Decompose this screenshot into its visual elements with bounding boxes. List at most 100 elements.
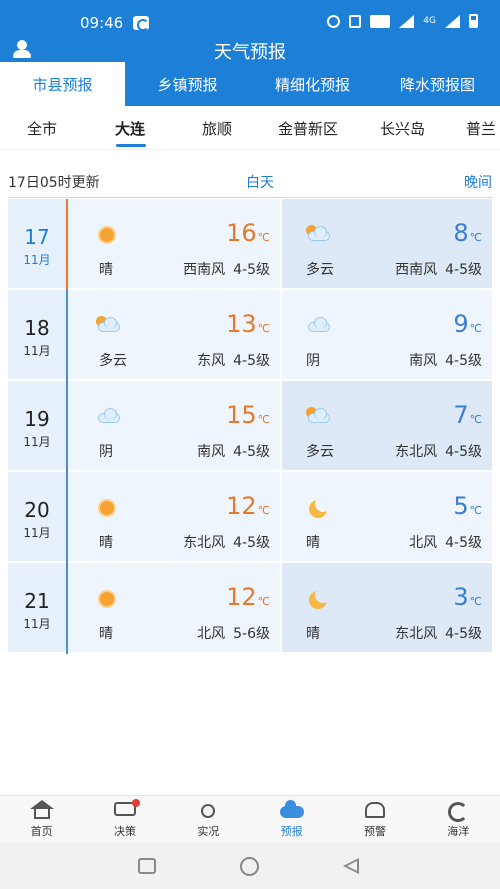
nav-label: 预报 bbox=[280, 825, 303, 838]
day-column-label: 白天 bbox=[246, 175, 274, 191]
day-wind: 东风 4-5级 bbox=[197, 353, 270, 369]
night-temp: 5℃ bbox=[453, 492, 482, 520]
system-nav-bar bbox=[0, 842, 500, 889]
night-temp: 8℃ bbox=[453, 219, 482, 247]
tab-fine-forecast[interactable]: 精细化预报 bbox=[250, 62, 375, 106]
day-weather-cell: 16℃ 晴 西南风 4-5级 bbox=[68, 199, 280, 288]
nav-ocean[interactable]: 海洋 bbox=[417, 796, 500, 842]
app-header: 天气预报 bbox=[0, 40, 500, 63]
tab-city-forecast[interactable]: 市县预报 bbox=[0, 62, 125, 106]
battery-icon bbox=[469, 14, 478, 28]
night-wind: 北风 4-5级 bbox=[409, 535, 482, 551]
forecast-row[interactable]: 21 11月 12℃ 晴 北风 5-6级 3℃ 晴 东北风 4-5级 bbox=[8, 563, 492, 654]
day-temp: 16℃ bbox=[226, 219, 270, 247]
sun-icon bbox=[201, 804, 216, 818]
city-tab-jinpu[interactable]: 金普新区 bbox=[278, 118, 338, 139]
warning-icon bbox=[364, 802, 385, 818]
nfc-icon bbox=[349, 14, 362, 28]
forecast-row[interactable]: 18 11月 13℃ 多云 东风 4-5级 9℃ 阴 南风 4-5级 bbox=[8, 290, 492, 381]
cloudy-icon bbox=[96, 407, 120, 427]
signal-icon bbox=[445, 14, 460, 28]
forecast-month: 11月 bbox=[23, 344, 51, 358]
sunny-icon bbox=[96, 498, 120, 518]
forecast-day: 21 bbox=[24, 589, 50, 613]
city-tab-dalian[interactable]: 大连 bbox=[115, 118, 145, 139]
forecast-month: 11月 bbox=[23, 526, 51, 540]
city-tab-changxingdao[interactable]: 长兴岛 bbox=[380, 118, 425, 139]
night-wind: 南风 4-5级 bbox=[409, 353, 482, 369]
nav-warning[interactable]: 预警 bbox=[333, 796, 416, 842]
day-weather-cell: 12℃ 晴 东北风 4-5级 bbox=[68, 472, 280, 561]
day-weather-cell: 15℃ 阴 南风 4-5级 bbox=[68, 381, 280, 470]
night-weather-cell: 7℃ 多云 东北风 4-5级 bbox=[282, 381, 492, 470]
main-tabs: 市县预报 乡镇预报 精细化预报 降水预报图 bbox=[0, 62, 500, 106]
day-wind: 东北风 4-5级 bbox=[183, 535, 270, 551]
tab-precip-map[interactable]: 降水预报图 bbox=[375, 62, 500, 106]
nav-label: 决策 bbox=[113, 825, 136, 838]
date-cell: 17 11月 bbox=[8, 199, 66, 288]
day-condition: 阴 bbox=[99, 444, 113, 460]
nav-label: 海洋 bbox=[447, 825, 470, 838]
back-button[interactable] bbox=[343, 858, 359, 874]
recents-button[interactable] bbox=[138, 858, 156, 874]
nav-label: 首页 bbox=[30, 825, 53, 838]
day-temp: 13℃ bbox=[226, 310, 270, 338]
moon-icon bbox=[306, 498, 330, 518]
page-title: 天气预报 bbox=[214, 42, 286, 63]
update-time: 17日05时更新 bbox=[8, 175, 100, 191]
day-wind: 南风 4-5级 bbox=[197, 444, 270, 460]
night-condition: 多云 bbox=[306, 262, 334, 278]
update-row: 17日05时更新 白天 晚间 bbox=[0, 160, 500, 198]
nav-forecast[interactable]: 预报 bbox=[250, 796, 333, 842]
city-tab-all[interactable]: 全市 bbox=[27, 118, 57, 139]
date-cell: 18 11月 bbox=[8, 290, 66, 379]
day-condition: 晴 bbox=[99, 262, 113, 278]
chat-icon bbox=[113, 799, 140, 816]
night-weather-cell: 9℃ 阴 南风 4-5级 bbox=[282, 290, 492, 379]
active-tab-indicator bbox=[116, 144, 146, 147]
nav-label: 实况 bbox=[197, 825, 220, 838]
moon-icon bbox=[306, 589, 330, 609]
forecast-row[interactable]: 19 11月 15℃ 阴 南风 4-5级 7℃ 多云 东北风 4-5级 bbox=[8, 381, 492, 472]
forecast-day: 19 bbox=[24, 407, 50, 431]
nav-home[interactable]: 首页 bbox=[0, 796, 83, 842]
night-weather-cell: 5℃ 晴 北风 4-5级 bbox=[282, 472, 492, 561]
network-type: 4G bbox=[423, 16, 436, 26]
forecast-month: 11月 bbox=[23, 435, 51, 449]
day-temp: 12℃ bbox=[226, 492, 270, 520]
notification-badge bbox=[131, 799, 140, 807]
night-wind: 东北风 4-5级 bbox=[395, 444, 482, 460]
status-bar: 09:46 4G bbox=[0, 0, 500, 40]
forecast-row[interactable]: 17 11月 16℃ 晴 西南风 4-5级 8℃ 多云 西南风 4-5级 bbox=[8, 199, 492, 290]
home-button[interactable] bbox=[240, 857, 259, 876]
tab-town-forecast[interactable]: 乡镇预报 bbox=[125, 62, 250, 106]
day-temp: 12℃ bbox=[226, 583, 270, 611]
city-tab-pulan[interactable]: 普兰 bbox=[466, 118, 496, 139]
night-condition: 多云 bbox=[306, 444, 334, 460]
city-tab-lvshun[interactable]: 旅顺 bbox=[202, 118, 232, 139]
wifi-icon bbox=[399, 14, 415, 28]
date-cell: 20 11月 bbox=[8, 472, 66, 561]
bottom-nav: 首页 决策 实况 预报 预警 海洋 bbox=[0, 795, 500, 842]
day-wind: 北风 5-6级 bbox=[197, 626, 270, 642]
volte-icon bbox=[370, 14, 391, 28]
day-temp: 15℃ bbox=[226, 401, 270, 429]
forecast-row[interactable]: 20 11月 12℃ 晴 东北风 4-5级 5℃ 晴 北风 4-5级 bbox=[8, 472, 492, 563]
forecast-day: 20 bbox=[24, 498, 50, 522]
day-weather-cell: 12℃ 晴 北风 5-6级 bbox=[68, 563, 280, 652]
day-condition: 晴 bbox=[99, 535, 113, 551]
sunny-icon bbox=[96, 589, 120, 609]
home-icon bbox=[29, 800, 54, 819]
night-weather-cell: 8℃ 多云 西南风 4-5级 bbox=[282, 199, 492, 288]
partly-cloudy-icon bbox=[96, 316, 120, 336]
night-condition: 阴 bbox=[306, 353, 320, 369]
nav-decision[interactable]: 决策 bbox=[83, 796, 166, 842]
nav-live[interactable]: 实况 bbox=[167, 796, 250, 842]
day-condition: 晴 bbox=[99, 626, 113, 642]
night-temp: 7℃ bbox=[453, 401, 482, 429]
night-temp: 9℃ bbox=[453, 310, 482, 338]
partly-cloudy-icon bbox=[306, 407, 330, 427]
night-wind: 西南风 4-5级 bbox=[395, 262, 482, 278]
ocean-icon bbox=[448, 802, 469, 822]
day-condition: 多云 bbox=[99, 353, 127, 369]
